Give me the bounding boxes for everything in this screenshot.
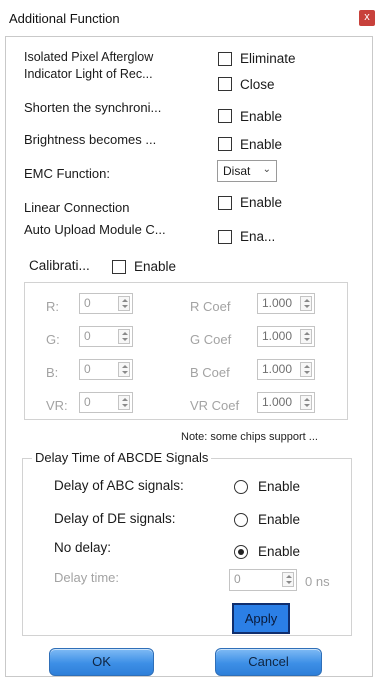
cancel-button[interactable]: Cancel [215,648,322,676]
chevron-down-icon: ⌄ [262,164,271,175]
title-bar: Additional Function x [0,0,380,36]
b-label: B: [46,365,59,380]
g-label: G: [46,332,60,347]
r-label: R: [46,299,59,314]
brightness-option-label: Enable [240,137,283,152]
vr-label: VR: [46,398,68,413]
g-coef-label: G Coef [190,332,232,347]
delay-group-legend: Delay Time of ABCDE Signals [32,450,212,465]
no-delay-radio[interactable] [234,545,248,559]
b-coef-value: 1.000 [262,362,293,376]
no-delay-option-label: Enable [258,544,301,559]
spin-arrows-icon[interactable] [300,395,312,410]
shorten-sync-option-label: Enable [240,109,283,124]
delay-abc-option-label: Enable [258,479,301,494]
spin-arrows-icon[interactable] [300,362,312,377]
spin-arrows-icon[interactable] [118,362,130,377]
setting-label-auto-upload: Auto Upload Module C... [24,222,166,237]
b-coef-label: B Coef [190,365,230,380]
delay-de-label: Delay of DE signals: [54,511,176,526]
spin-arrows-icon[interactable] [118,395,130,410]
calibration-label: Calibrati... [29,258,90,273]
delay-unit-label: 0 ns [305,574,330,589]
spin-arrows-icon[interactable] [300,296,312,311]
r-spinbox[interactable]: 0 [79,293,133,314]
emc-select-value: Disat [223,164,251,178]
chips-note: Note: some chips support ... [181,431,318,443]
shorten-sync-checkbox[interactable] [218,109,232,123]
delay-abc-label: Delay of ABC signals: [54,478,184,493]
vr-coef-label: VR Coef [190,398,240,413]
spin-arrows-icon[interactable] [118,296,130,311]
auto-upload-option-label: Ena... [240,229,276,244]
b-spinbox[interactable]: 0 [79,359,133,380]
emc-function-select[interactable]: Disat ⌄ [217,160,277,182]
r-coef-spinbox[interactable]: 1.000 [257,293,315,314]
setting-label-linear-connection: Linear Connection [24,200,130,215]
b-coef-spinbox[interactable]: 1.000 [257,359,315,380]
delay-abc-radio[interactable] [234,480,248,494]
eliminate-checkbox[interactable] [218,52,232,66]
vr-value: 0 [84,395,91,409]
linear-connection-checkbox[interactable] [218,196,232,210]
spin-arrows-icon[interactable] [300,329,312,344]
close-option-label: Close [240,77,275,92]
window-title: Additional Function [9,11,120,26]
delay-de-radio[interactable] [234,513,248,527]
setting-label-emc: EMC Function: [24,166,110,181]
vr-coef-value: 1.000 [262,395,293,409]
close-button[interactable]: x [359,10,375,26]
delay-time-label: Delay time: [54,570,120,585]
delay-de-option-label: Enable [258,512,301,527]
setting-label-indicator-light: Indicator Light of Rec... [24,67,153,81]
r-coef-label: R Coef [190,299,231,314]
ok-button[interactable]: OK [49,648,154,676]
r-value: 0 [84,296,91,310]
setting-label-shorten-sync: Shorten the synchroni... [24,100,162,115]
linear-connection-option-label: Enable [240,195,283,210]
auto-upload-checkbox[interactable] [218,230,232,244]
brightness-checkbox[interactable] [218,137,232,151]
r-coef-value: 1.000 [262,296,293,310]
b-value: 0 [84,362,91,376]
g-value: 0 [84,329,91,343]
close-checkbox[interactable] [218,77,232,91]
setting-label-isolated-pixel: Isolated Pixel Afterglow [24,50,154,64]
setting-label-brightness: Brightness becomes ... [24,132,157,147]
calibration-option-label: Enable [134,259,177,274]
vr-coef-spinbox[interactable]: 1.000 [257,392,315,413]
g-spinbox[interactable]: 0 [79,326,133,347]
apply-button[interactable]: Apply [232,603,290,634]
calibration-checkbox[interactable] [112,260,126,274]
eliminate-option-label: Eliminate [240,51,296,66]
spin-arrows-icon[interactable] [118,329,130,344]
g-coef-spinbox[interactable]: 1.000 [257,326,315,347]
spin-arrows-icon[interactable] [282,572,294,587]
no-delay-label: No delay: [54,540,112,555]
g-coef-value: 1.000 [262,329,293,343]
delay-time-spinbox[interactable]: 0 [229,569,297,591]
vr-spinbox[interactable]: 0 [79,392,133,413]
delay-time-value: 0 [234,572,241,586]
